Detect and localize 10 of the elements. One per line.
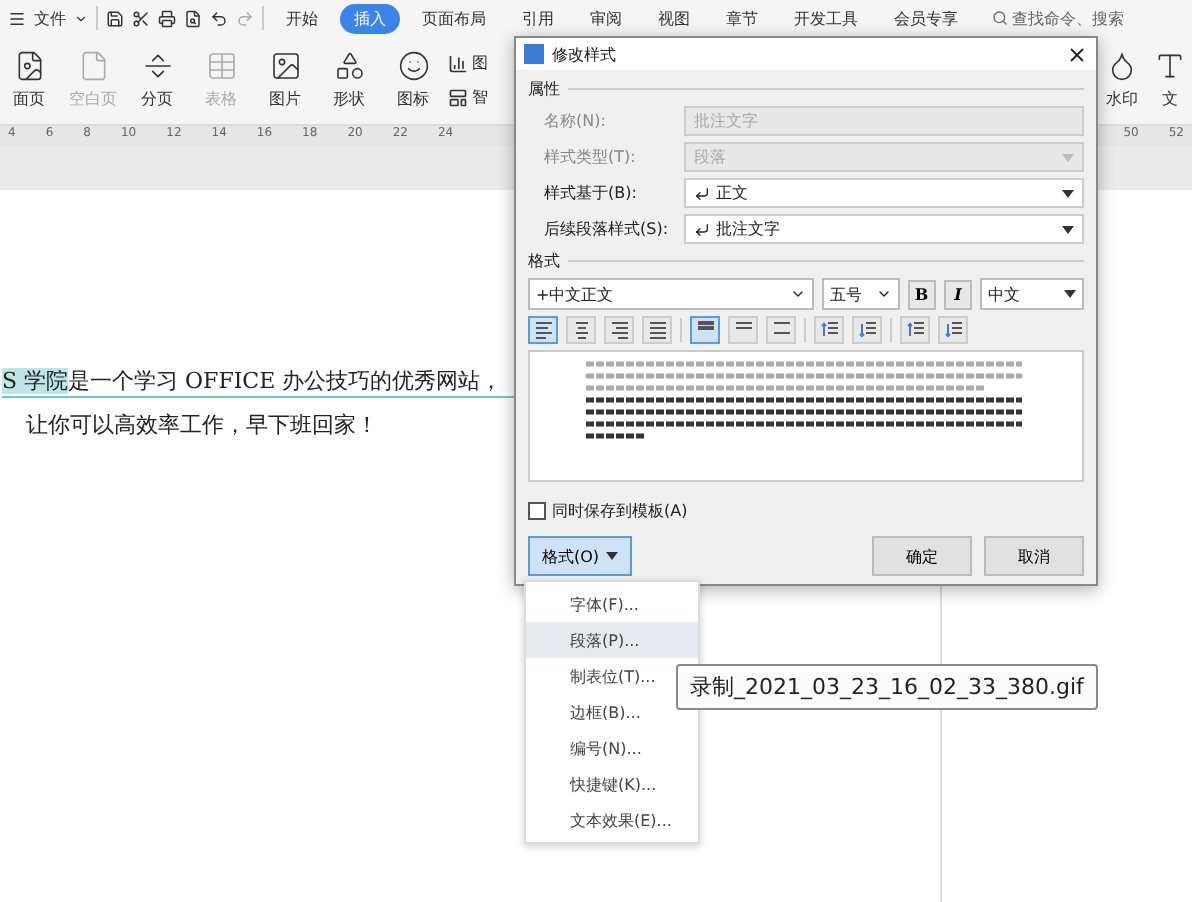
field-label: 后续段落样式(S):: [544, 218, 671, 240]
section-heading: 格式: [528, 250, 560, 272]
field-label: 样式基于(B):: [544, 182, 639, 204]
section-heading: 属性: [528, 78, 560, 100]
field-label: 名称(N):: [544, 110, 608, 132]
field-label: 样式类型(T):: [544, 146, 638, 168]
checkbox-label: 同时保存到模板(A): [552, 500, 688, 522]
dialog-title: 修改样式: [552, 43, 618, 65]
tooltip: 录制_2021_03_23_16_02_33_380.gif: [676, 664, 1098, 710]
document-text: 让你可以高效率工作，早下班回家！: [24, 410, 380, 440]
